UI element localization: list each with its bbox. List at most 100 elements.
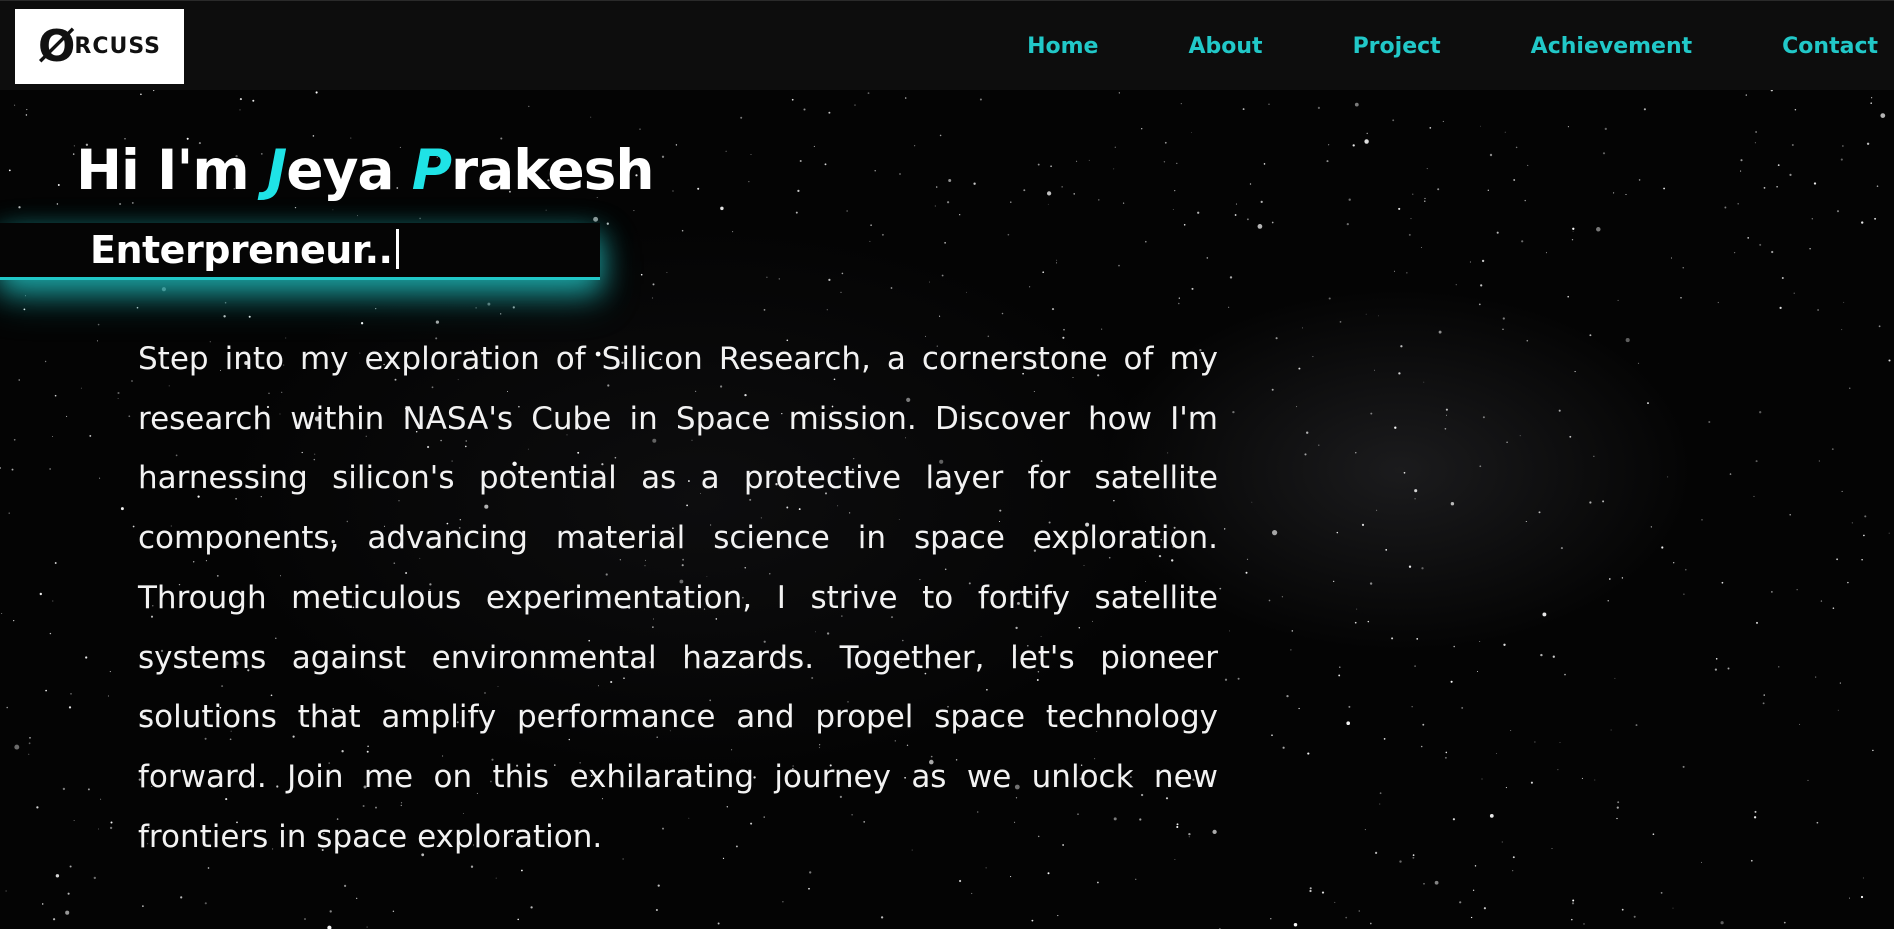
star bbox=[1336, 531, 1339, 534]
nav-link-project[interactable]: Project bbox=[1353, 34, 1441, 59]
star bbox=[72, 153, 75, 155]
star bbox=[1871, 97, 1873, 99]
star bbox=[54, 562, 57, 564]
star bbox=[939, 134, 942, 137]
star bbox=[1459, 901, 1462, 904]
star bbox=[117, 397, 119, 399]
star bbox=[248, 315, 251, 318]
star bbox=[1097, 881, 1099, 884]
star bbox=[18, 206, 21, 209]
star bbox=[1621, 577, 1624, 579]
nav-link-contact[interactable]: Contact bbox=[1782, 34, 1878, 59]
star bbox=[97, 323, 100, 326]
star bbox=[939, 315, 941, 317]
star bbox=[1339, 321, 1342, 323]
star bbox=[360, 322, 364, 325]
star bbox=[1309, 889, 1312, 893]
star bbox=[1118, 264, 1120, 267]
star bbox=[880, 916, 884, 919]
star bbox=[239, 98, 242, 101]
star bbox=[1572, 899, 1575, 902]
star bbox=[1811, 218, 1813, 220]
star bbox=[655, 908, 658, 912]
star bbox=[1783, 921, 1786, 924]
nav-link-home[interactable]: Home bbox=[1027, 34, 1098, 59]
star bbox=[6, 706, 8, 709]
star bbox=[131, 380, 133, 382]
star bbox=[329, 910, 332, 913]
star bbox=[419, 217, 421, 220]
star bbox=[528, 105, 530, 108]
star bbox=[661, 155, 665, 158]
star bbox=[1481, 259, 1485, 263]
star bbox=[1224, 528, 1226, 530]
star bbox=[29, 737, 31, 739]
star bbox=[1737, 202, 1739, 205]
typing-cursor bbox=[396, 229, 400, 269]
star bbox=[935, 186, 938, 188]
star bbox=[1445, 414, 1447, 416]
star bbox=[1637, 362, 1640, 365]
star bbox=[1414, 498, 1416, 500]
star bbox=[1354, 621, 1357, 624]
star bbox=[1715, 658, 1718, 660]
star bbox=[89, 434, 92, 437]
star bbox=[1228, 306, 1230, 308]
star bbox=[1307, 752, 1310, 755]
nav-link-achievement[interactable]: Achievement bbox=[1531, 34, 1692, 59]
star bbox=[18, 379, 20, 381]
star bbox=[1567, 295, 1569, 298]
star bbox=[1593, 455, 1595, 457]
star bbox=[1298, 707, 1300, 710]
star bbox=[1191, 287, 1194, 290]
last-name-rest: rakesh bbox=[451, 138, 655, 202]
star bbox=[1878, 325, 1881, 328]
star bbox=[49, 632, 52, 635]
star bbox=[1333, 580, 1335, 582]
star bbox=[239, 109, 241, 111]
star bbox=[142, 905, 144, 907]
star bbox=[1408, 233, 1411, 236]
star bbox=[1496, 231, 1499, 234]
star bbox=[1180, 103, 1182, 105]
star bbox=[1270, 918, 1272, 920]
star bbox=[312, 135, 315, 137]
star bbox=[23, 308, 26, 311]
star bbox=[1673, 562, 1675, 564]
star bbox=[1376, 509, 1378, 511]
star bbox=[161, 287, 166, 292]
star bbox=[1503, 643, 1506, 646]
star bbox=[846, 210, 848, 212]
star bbox=[1602, 152, 1606, 155]
star bbox=[1545, 252, 1547, 254]
star bbox=[110, 821, 113, 824]
star bbox=[100, 798, 102, 800]
star bbox=[13, 620, 15, 622]
star bbox=[1224, 678, 1228, 681]
star bbox=[1685, 568, 1687, 571]
star bbox=[1740, 159, 1743, 162]
star bbox=[41, 903, 44, 905]
logo[interactable]: Ø RCUSS bbox=[15, 9, 184, 84]
star bbox=[93, 876, 96, 880]
star bbox=[1001, 312, 1004, 315]
star bbox=[1841, 490, 1843, 492]
nav-link-about[interactable]: About bbox=[1188, 34, 1262, 59]
star bbox=[1625, 338, 1630, 343]
star bbox=[1538, 511, 1541, 514]
star bbox=[252, 99, 255, 102]
star bbox=[1328, 297, 1331, 300]
star bbox=[1056, 262, 1057, 264]
star bbox=[799, 159, 802, 163]
star bbox=[1720, 921, 1724, 925]
star bbox=[136, 306, 139, 309]
star bbox=[1422, 723, 1425, 726]
star bbox=[1234, 214, 1237, 216]
star bbox=[1197, 211, 1200, 214]
star bbox=[590, 116, 592, 118]
star bbox=[70, 693, 72, 695]
star bbox=[899, 173, 901, 175]
star bbox=[1309, 887, 1312, 890]
star bbox=[1513, 179, 1516, 181]
star bbox=[1558, 409, 1561, 412]
